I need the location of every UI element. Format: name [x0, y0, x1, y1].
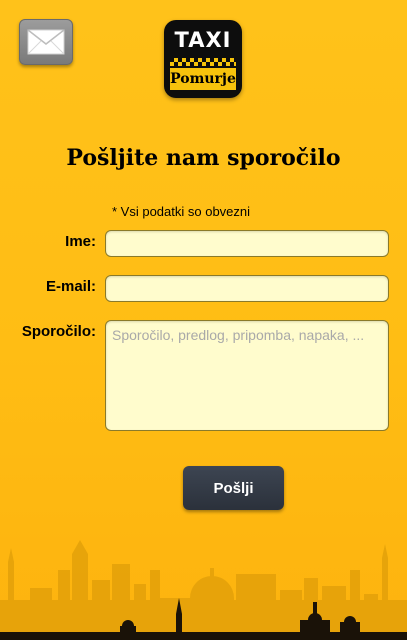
envelope-icon	[27, 29, 65, 55]
required-note: * Vsi podatki so obvezni	[112, 204, 251, 219]
message-label: Sporočilo:	[21, 323, 96, 340]
logo-checker-stripe	[170, 58, 236, 66]
city-skyline-illustration	[0, 540, 407, 640]
send-button[interactable]: Pošlji	[183, 466, 284, 510]
logo-text-taxi: TAXI	[174, 28, 232, 52]
taxi-pomurje-logo: TAXI Pomurje	[164, 20, 242, 98]
name-label: Ime:	[65, 233, 96, 250]
logo-text-pomurje: Pomurje	[170, 68, 236, 90]
email-field[interactable]	[105, 275, 389, 302]
page-title: Pošljite nam sporočilo	[66, 145, 341, 171]
name-field[interactable]	[105, 230, 389, 257]
email-label: E-mail:	[45, 278, 96, 295]
message-textarea[interactable]	[105, 320, 389, 431]
mail-button[interactable]	[19, 19, 73, 65]
